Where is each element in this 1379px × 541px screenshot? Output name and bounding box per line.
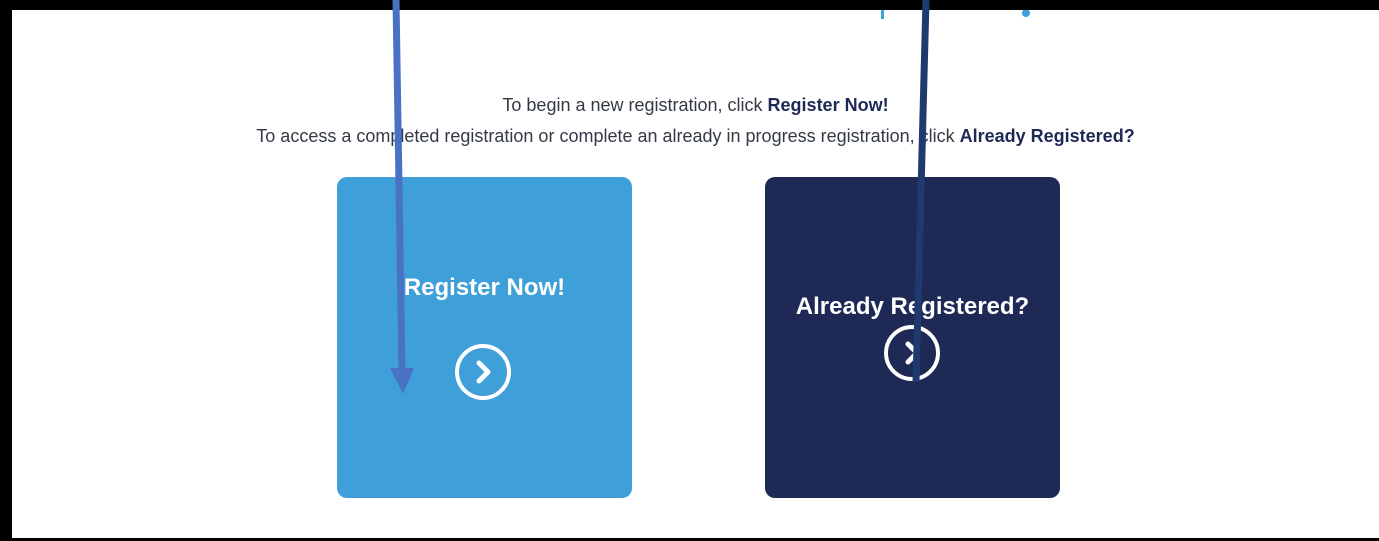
register-now-button[interactable]: Register Now! <box>337 177 632 498</box>
instruction-line2-text: To access a completed registration or co… <box>256 126 960 146</box>
register-now-label: Register Now! <box>403 274 566 301</box>
logo-fragment <box>881 10 1030 19</box>
already-registered-label: Already Registered? <box>795 293 1030 320</box>
chevron-right-circle-icon[interactable] <box>454 343 512 401</box>
instruction-line1-text: To begin a new registration, click <box>502 95 768 115</box>
instruction-new-registration: To begin a new registration, click Regis… <box>12 90 1379 121</box>
registration-page: To begin a new registration, click Regis… <box>12 10 1379 538</box>
chevron-right-circle-icon[interactable] <box>883 324 941 382</box>
instructions: To begin a new registration, click Regis… <box>12 90 1379 152</box>
instruction-line1-emphasis: Register Now! <box>767 95 889 115</box>
instruction-line2-emphasis: Already Registered? <box>959 126 1135 146</box>
instruction-existing-registration: To access a completed registration or co… <box>12 121 1379 152</box>
already-registered-button[interactable]: Already Registered? <box>765 177 1060 498</box>
